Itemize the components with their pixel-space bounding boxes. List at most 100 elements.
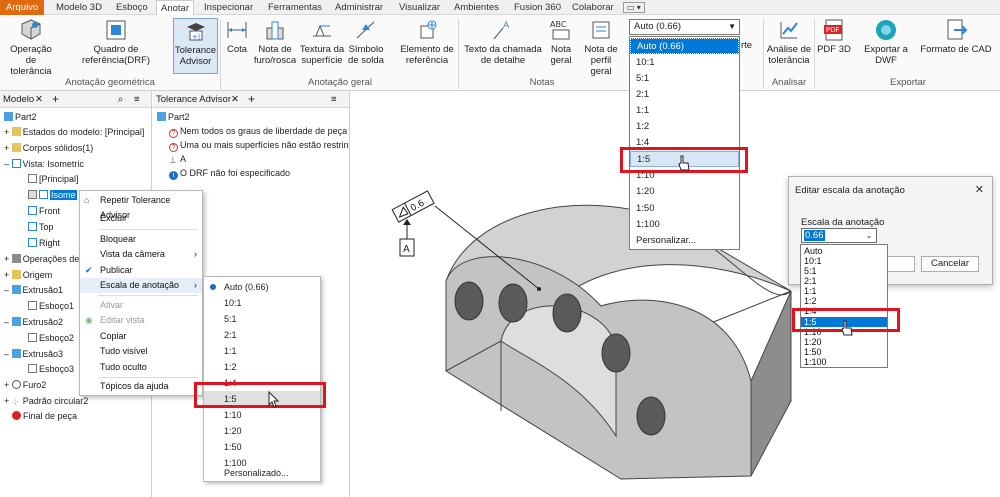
cancel-button[interactable]: Cancelar — [921, 256, 979, 272]
scale-option-5-1[interactable]: 5:1 — [204, 311, 320, 327]
dialog-option-10-1[interactable]: 10:1 — [801, 256, 887, 266]
scale-option-1-50[interactable]: 1:50 — [204, 439, 320, 455]
datum-frame-button[interactable]: Quadro de referência(DRF) — [60, 18, 172, 66]
tolerance-feature-button[interactable]: Operação de tolerância — [4, 18, 58, 77]
tree-item-end-of-part[interactable]: Final de peça — [12, 409, 77, 424]
annotation-scale-input[interactable]: 0.66 ⌄ — [801, 228, 877, 243]
scale-option-1-1[interactable]: 1:1 — [204, 343, 320, 359]
dropdown-option-1-1[interactable]: 1:1 — [630, 103, 739, 119]
profile-note-button[interactable]: Nota de perfil geral — [579, 18, 623, 77]
quick-access-icon[interactable]: ▭ ▾ — [623, 2, 645, 13]
tree-item-extrusion2[interactable]: – Extrusão2 — [4, 315, 63, 330]
dialog-option-auto[interactable]: Auto — [801, 246, 887, 256]
dropdown-option-1-50[interactable]: 1:50 — [630, 201, 739, 217]
tab-ambientes[interactable]: Ambientes — [450, 0, 503, 15]
general-note-button[interactable]: ABC Nota geral — [547, 18, 575, 66]
dropdown-option-custom[interactable]: Personalizar... — [630, 233, 739, 249]
tree-item-extrusion3[interactable]: – Extrusão3 — [4, 347, 63, 362]
dialog-option-2-1[interactable]: 2:1 — [801, 276, 887, 286]
annotation-scale-combo[interactable]: Auto (0.66) ▼ — [629, 19, 740, 35]
tolerance-advisor-button[interactable]: +| Tolerance Advisor — [173, 18, 218, 74]
dropdown-option-2-1[interactable]: 2:1 — [630, 87, 739, 103]
tolerance-analysis-button[interactable]: Análise de tolerância — [766, 18, 812, 66]
menu-item-copy[interactable]: Copiar — [80, 329, 202, 344]
chevron-down-icon[interactable]: ⌄ — [863, 229, 875, 242]
ok-button[interactable] — [887, 256, 915, 272]
tree-item-front[interactable]: Front — [28, 204, 60, 219]
export-dwf-button[interactable]: Exportar a DWF — [853, 18, 919, 66]
tab-fusion-360[interactable]: Fusion 360 — [510, 0, 565, 15]
pdf-3d-button[interactable]: PDF PDF 3D — [817, 18, 851, 55]
tree-item-top[interactable]: Top — [28, 220, 54, 235]
menu-item-repeat-advisor[interactable]: ⌂ Repetir Tolerance Advisor — [80, 193, 202, 220]
surface-texture-button[interactable]: Textura da superfície — [299, 18, 345, 66]
tree-item-part[interactable]: Part2 — [4, 110, 37, 125]
tab-modelo-3d[interactable]: Modelo 3D — [52, 0, 106, 15]
dropdown-option-auto[interactable]: Auto (0.66) — [630, 38, 739, 54]
advisor-item-dof[interactable]: ? Nem todos os graus de liberdade de peça — [169, 124, 347, 139]
tree-item-isometric[interactable]: Isome — [28, 188, 77, 203]
weld-symbol-button[interactable]: Símbolo de solda — [347, 18, 385, 66]
tree-item-circular-pattern2[interactable]: + ⁘ Padrão circular2 — [4, 394, 88, 409]
dialog-option-5-1[interactable]: 5:1 — [801, 266, 887, 276]
tab-inspecionar[interactable]: Inspecionar — [200, 0, 257, 15]
menu-item-annotation-scale[interactable]: Escala de anotação › — [80, 278, 202, 293]
add-panel-icon[interactable]: + — [52, 91, 59, 108]
menu-item-activate[interactable]: Ativar — [80, 298, 202, 313]
scale-option-custom[interactable]: Personalizado... — [204, 465, 320, 481]
tab-arquivo[interactable]: Arquivo — [0, 0, 45, 15]
close-icon[interactable]: ✕ — [231, 91, 239, 108]
search-icon[interactable]: ⌕ — [118, 91, 123, 108]
dropdown-option-1-2[interactable]: 1:2 — [630, 119, 739, 135]
tree-item-model-states[interactable]: + Estados do modelo: [Principal] — [4, 125, 144, 140]
menu-item-delete[interactable]: Excluir — [80, 211, 202, 226]
hole-note-button[interactable]: Nota de furo/rosca — [253, 18, 297, 66]
scale-option-10-1[interactable]: 10:1 — [204, 295, 320, 311]
tree-item-hole2[interactable]: + Furo2 — [4, 378, 46, 393]
checkbox-icon[interactable] — [28, 190, 37, 199]
tree-item-origin[interactable]: + Origem — [4, 268, 52, 283]
leader-text-button[interactable]: A Texto da chamada de detalhe — [460, 18, 546, 66]
cad-format-button[interactable]: Formato de CAD — [920, 18, 992, 55]
tree-item-operations[interactable]: + Operações de — [4, 252, 79, 267]
dropdown-option-1-100[interactable]: 1:100 — [630, 217, 739, 233]
menu-icon[interactable]: ≡ — [134, 91, 140, 108]
dropdown-option-1-20[interactable]: 1:20 — [630, 184, 739, 200]
scale-option-1-2[interactable]: 1:2 — [204, 359, 320, 375]
dialog-option-1-2[interactable]: 1:2 — [801, 296, 887, 306]
menu-item-lock[interactable]: Bloquear — [80, 232, 202, 247]
close-icon[interactable]: ✕ — [35, 91, 43, 108]
advisor-item-drf[interactable]: iO DRF não foi especificado — [169, 166, 290, 181]
dimension-button[interactable]: Cota — [223, 18, 251, 55]
dialog-option-1-100[interactable]: 1:100 — [801, 357, 887, 367]
advisor-item-surfaces[interactable]: ? Uma ou mais superfícies não estão restr… — [169, 138, 349, 153]
tab-anotar[interactable]: Anotar — [156, 0, 194, 15]
menu-item-help-topics[interactable]: Tópicos da ajuda — [80, 379, 202, 394]
menu-item-all-hidden[interactable]: Tudo oculto — [80, 360, 202, 375]
tab-visualizar[interactable]: Visualizar — [395, 0, 444, 15]
tab-administrar[interactable]: Administrar — [331, 0, 387, 15]
dialog-option-1-1[interactable]: 1:1 — [801, 286, 887, 296]
tree-item-extrusion1[interactable]: – Extrusão1 — [4, 283, 63, 298]
add-panel-icon[interactable]: + — [248, 91, 255, 108]
tree-item-solid-bodies[interactable]: + Corpos sólidos(1) — [4, 141, 93, 156]
dialog-option-1-20[interactable]: 1:20 — [801, 337, 887, 347]
tree-item-sketch3[interactable]: Esboço3 — [28, 362, 74, 377]
tree-item-right[interactable]: Right — [28, 236, 60, 251]
advisor-item-part[interactable]: Part2 — [157, 110, 190, 125]
scale-option-1-20[interactable]: 1:20 — [204, 423, 320, 439]
close-icon[interactable]: ✕ — [975, 183, 984, 196]
dropdown-option-10-1[interactable]: 10:1 — [630, 55, 739, 71]
scale-option-1-10[interactable]: 1:10 — [204, 407, 320, 423]
tree-item-sketch2[interactable]: Esboço2 — [28, 331, 74, 346]
dialog-option-1-50[interactable]: 1:50 — [801, 347, 887, 357]
menu-icon[interactable]: ≡ — [331, 91, 337, 108]
menu-item-all-visible[interactable]: Tudo visível — [80, 344, 202, 359]
tab-ferramentas[interactable]: Ferramentas — [264, 0, 326, 15]
tree-item-sketch1[interactable]: Esboço1 — [28, 299, 74, 314]
datum-element-button[interactable]: Elemento de referência — [399, 18, 455, 66]
dropdown-option-5-1[interactable]: 5:1 — [630, 71, 739, 87]
tree-item-principal[interactable]: [Principal] — [28, 172, 79, 187]
tab-esboco[interactable]: Esboço — [112, 0, 152, 15]
menu-item-edit-view[interactable]: ◉ Editar vista — [80, 313, 202, 328]
